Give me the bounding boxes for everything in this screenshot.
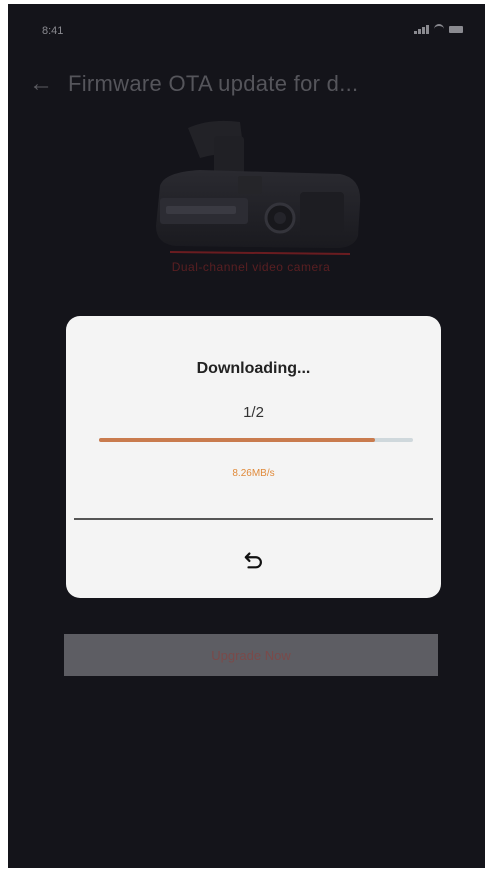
app-screen: 8:41 ← Firmware OTA update for d... Dual… — [8, 4, 485, 868]
dialog-divider — [74, 518, 433, 520]
dialog-title: Downloading... — [196, 360, 311, 377]
download-dialog: Downloading... 1/2 8.26MB/s — [66, 316, 441, 598]
progress-bar — [99, 438, 413, 442]
progress-fill — [99, 438, 376, 442]
undo-icon — [244, 552, 262, 569]
download-count: 1/2 — [243, 404, 264, 421]
download-speed: 8.26MB/s — [232, 468, 275, 479]
cancel-undo-button[interactable] — [66, 522, 441, 598]
